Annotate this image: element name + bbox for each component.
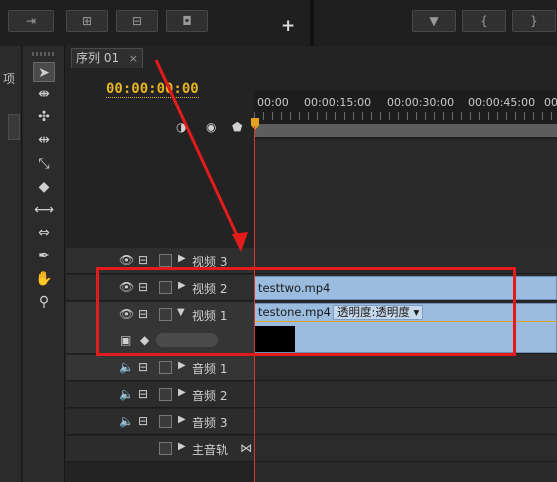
project-panel-label: 项 xyxy=(3,72,16,86)
annotation-arrow xyxy=(154,59,248,252)
add-marker-button[interactable]: ▼ xyxy=(412,10,456,32)
pen-tool-icon[interactable]: ✒ xyxy=(33,246,55,266)
rate-stretch-tool-icon[interactable]: ⤡ xyxy=(33,154,55,174)
mark-out-button[interactable]: } xyxy=(512,10,556,32)
slide-tool-icon[interactable]: ⇔ xyxy=(33,223,55,243)
razor-tool-icon[interactable]: ◆ xyxy=(33,177,55,197)
export-frame-button[interactable]: ◘ xyxy=(166,10,208,32)
rolling-edit-tool-icon[interactable]: ⇹ xyxy=(33,130,55,150)
project-panel: 项 xyxy=(0,46,22,482)
slip-tool-icon[interactable]: ⟷ xyxy=(33,200,55,220)
mark-in-button[interactable]: { xyxy=(462,10,506,32)
hand-tool-icon[interactable]: ✋ xyxy=(33,269,55,289)
selection-tool-icon[interactable]: ➤ xyxy=(33,62,55,82)
track-select-tool-icon[interactable]: ⇼ xyxy=(33,84,55,104)
timeline-panel: 序列 01 × 00:00:00:00 ◑ ◉ ⬟ 00:00 00:00:15… xyxy=(66,46,557,482)
add-button[interactable]: + xyxy=(281,16,295,36)
ripple-edit-tool-icon[interactable]: ✣ xyxy=(33,107,55,127)
lift-button[interactable]: ⊞ xyxy=(66,10,108,32)
extract-button[interactable]: ⊟ xyxy=(116,10,158,32)
project-scroll-tab[interactable] xyxy=(8,114,20,140)
tools-panel: ➤ ⇼ ✣ ⇹ ⤡ ◆ ⟷ ⇔ ✒ ✋ ⚲ xyxy=(23,46,65,482)
zoom-tool-icon[interactable]: ⚲ xyxy=(33,292,55,312)
panel-divider xyxy=(310,0,314,46)
insert-button[interactable]: ⇥ xyxy=(8,10,54,32)
panel-grip[interactable] xyxy=(32,52,56,56)
top-toolbar: ⇥ ⊞ ⊟ ◘ + ▼ { } xyxy=(0,0,557,46)
